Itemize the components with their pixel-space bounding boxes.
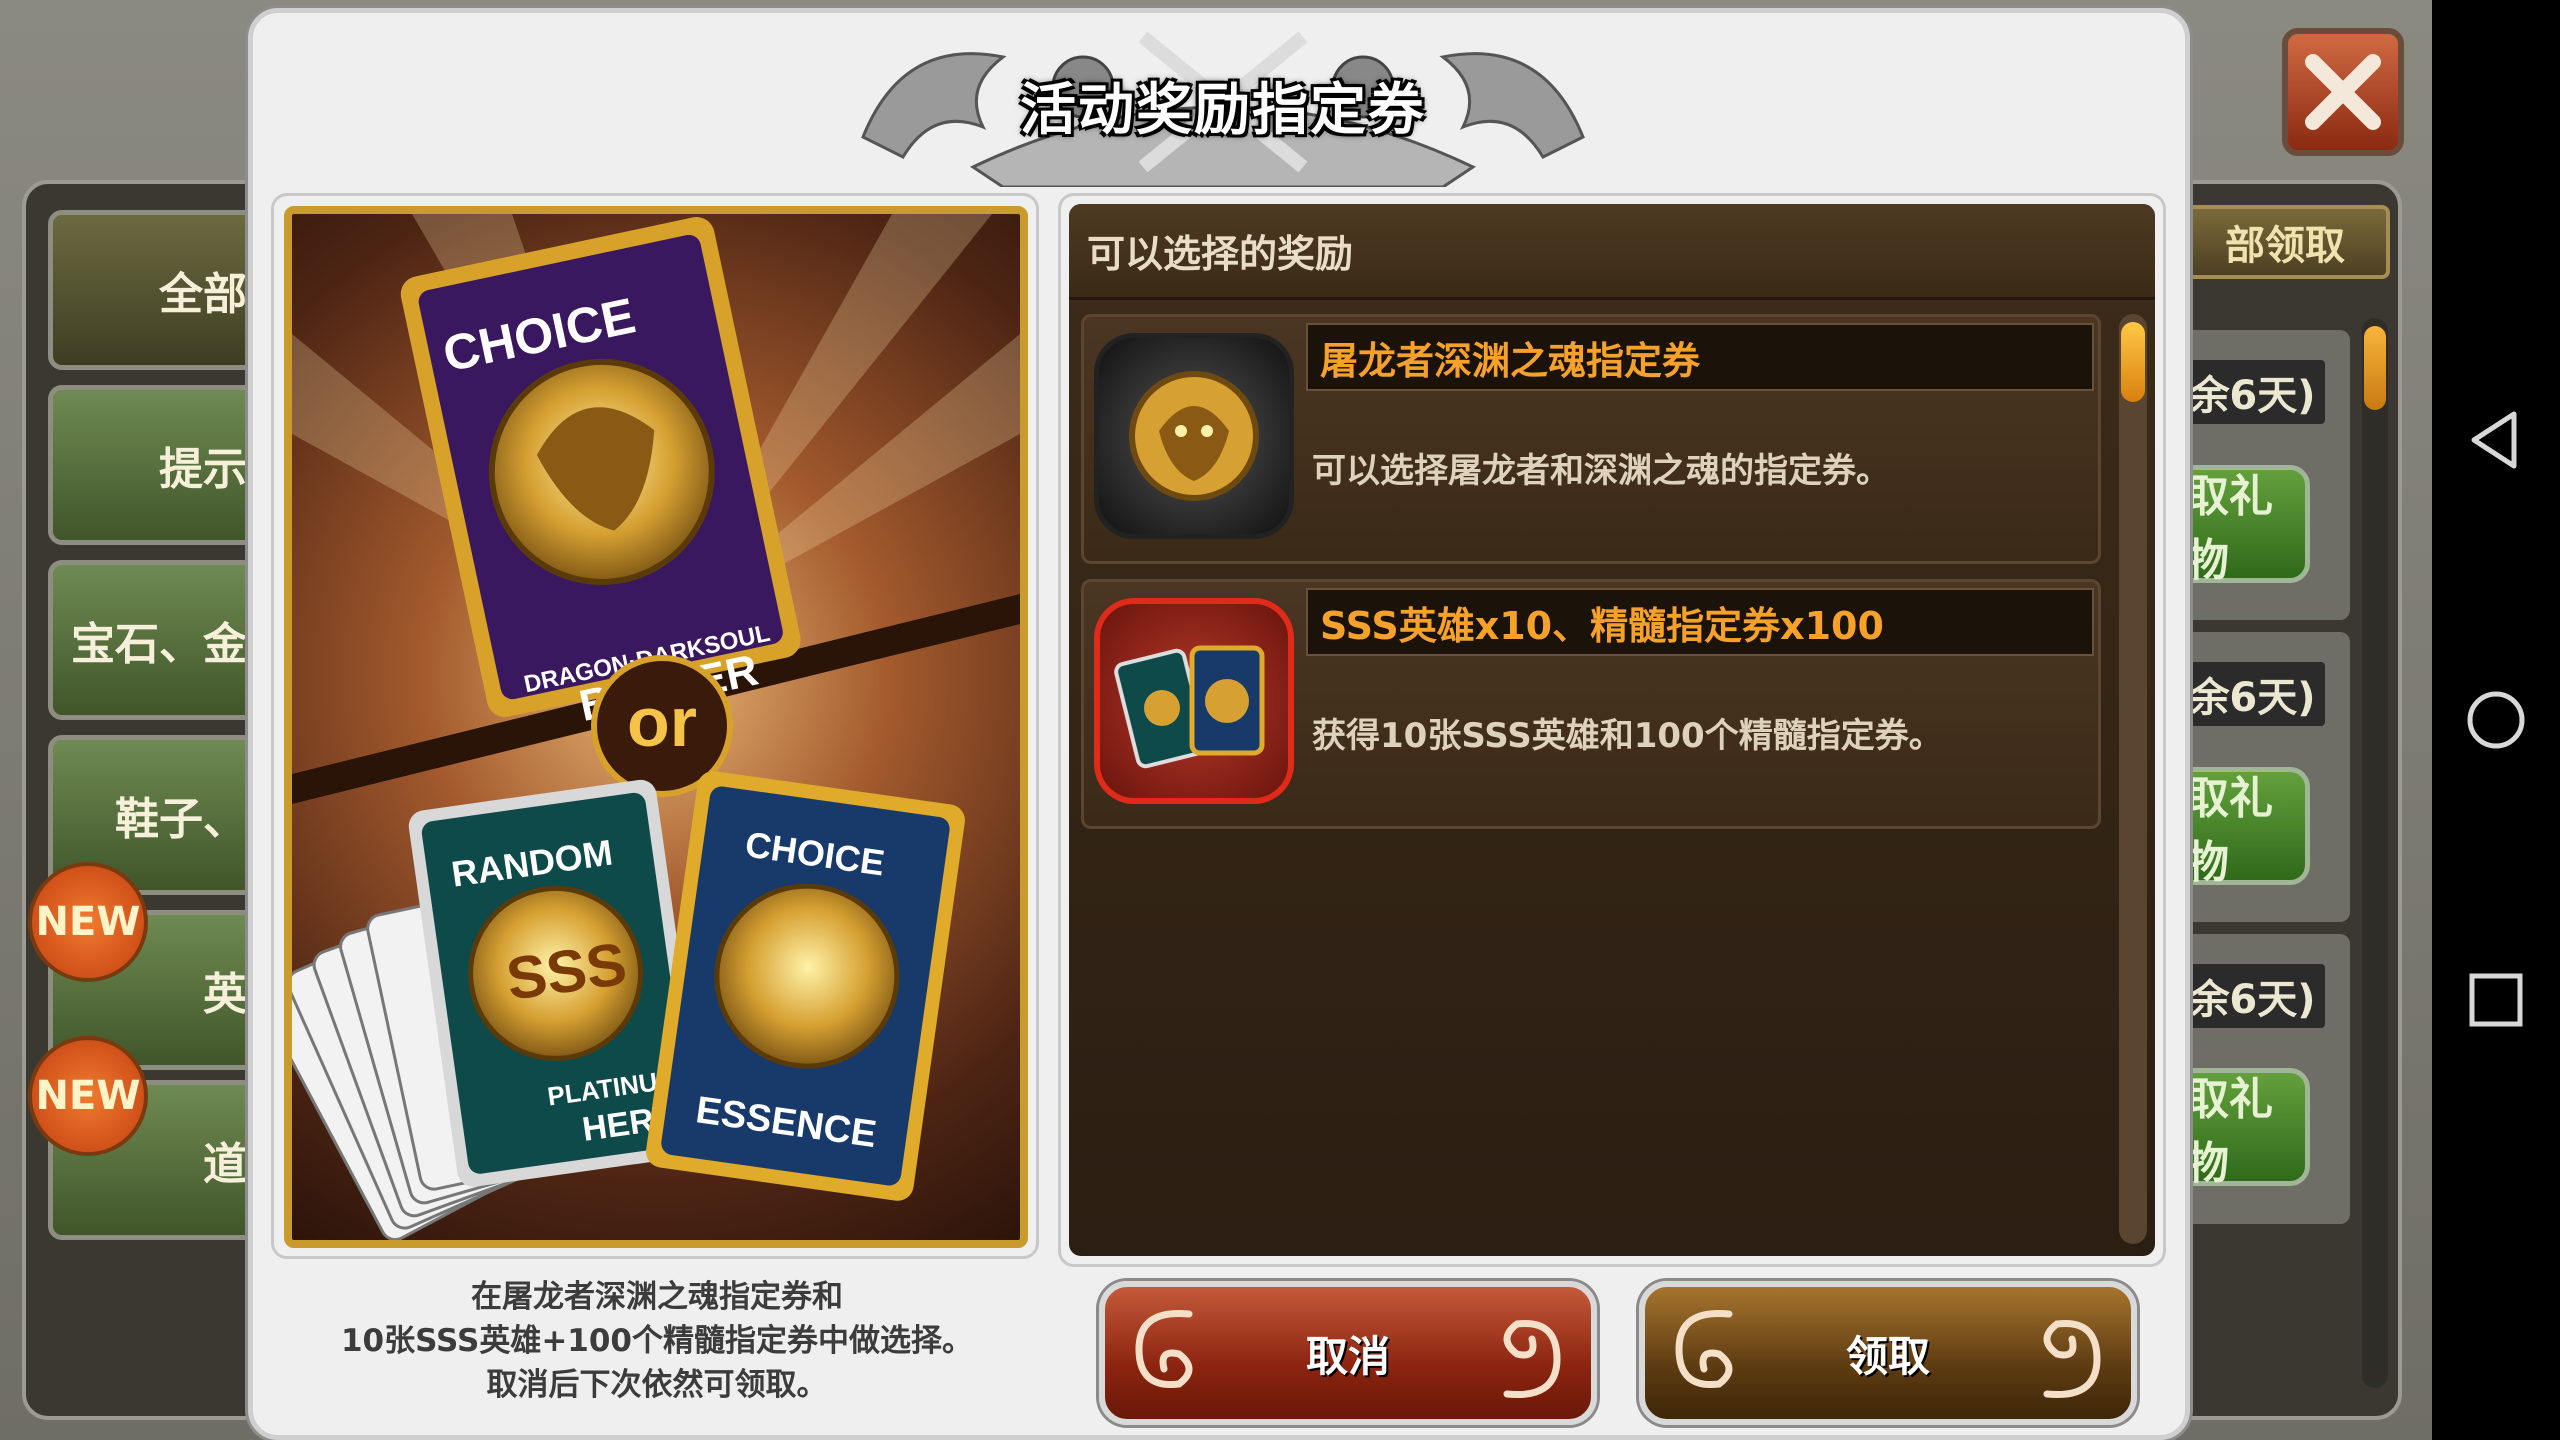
- bg-tab-label: 提示: [159, 444, 247, 495]
- reward-title: SSS英雄x10、精髓指定券x100: [1306, 588, 2094, 656]
- reward-option[interactable]: 屠龙者深渊之魂指定券 可以选择屠龙者和深渊之魂的指定券。: [1081, 314, 2101, 564]
- rewards-list: 可以选择的奖励 屠龙者深渊之魂指定券 可以选择屠龙者和深渊之魂的指定券。 SSS…: [1069, 204, 2155, 1256]
- footer-note-line: 取消后下次依然可领取。: [486, 1367, 828, 1403]
- bg-days-left: 余6天): [2180, 360, 2325, 424]
- card-bundle-icon: [1094, 598, 1294, 804]
- rewards-scrollbar-thumb[interactable]: [2121, 322, 2145, 402]
- cancel-label: 取消: [1305, 1331, 1390, 1381]
- home-circle-icon: [2467, 691, 2525, 749]
- footer-note-line: 在屠龙者深渊之魂指定券和: [471, 1279, 843, 1315]
- new-badge: NEW: [28, 862, 148, 982]
- swirl-ornament-icon: [1135, 1309, 1193, 1389]
- swirl-ornament-icon: [2043, 1319, 2101, 1399]
- dragon-emblem-graphic: [1129, 371, 1259, 501]
- bg-tab-label: 鞋子、: [115, 794, 247, 845]
- rewards-scrollbar[interactable]: [2119, 314, 2147, 1244]
- close-icon: [2305, 54, 2381, 130]
- footer-note-line: 10张SSS英雄+100个精髓指定券中做选择。: [340, 1323, 974, 1359]
- swirl-ornament-icon: [1503, 1319, 1561, 1399]
- rewards-panel: 可以选择的奖励 屠龙者深渊之魂指定券 可以选择屠龙者和深渊之魂的指定券。 SSS…: [1058, 193, 2166, 1267]
- recents-square-icon: [2469, 973, 2523, 1027]
- bg-receive-gift-button[interactable]: 取礼物: [2180, 1068, 2310, 1189]
- reward-description: 可以选择屠龙者和深渊之魂的指定券。: [1312, 450, 1890, 491]
- bg-scrollbar-thumb[interactable]: [2364, 326, 2386, 410]
- bg-receive-gift-button[interactable]: 取礼物: [2180, 465, 2310, 586]
- card-bundle-graphic: [1114, 645, 1265, 769]
- card-choice-illustration: CHOICE DRAGON·DARKSOUL BUSTER or: [292, 214, 1020, 1240]
- nav-recents-button[interactable]: [2432, 936, 2560, 1064]
- reward-choice-dialog: 活动奖励指定券 CHOICE or RANDOM SSS PLATINUM HE…: [248, 8, 2190, 1440]
- reward-description: 获得10张SSS英雄和100个精髓指定券。: [1312, 715, 1943, 756]
- bg-scrollbar[interactable]: [2362, 318, 2388, 1388]
- swirl-ornament-icon: [1675, 1309, 1733, 1389]
- nav-back-button[interactable]: [2432, 376, 2560, 504]
- bg-tab-tips[interactable]: 提示: [48, 385, 268, 545]
- close-button[interactable]: [2282, 28, 2404, 156]
- cancel-button[interactable]: 取消: [1099, 1281, 1597, 1425]
- bg-tab-gems[interactable]: 宝石、金: [48, 560, 268, 720]
- nav-home-button[interactable]: [2432, 656, 2560, 784]
- bg-tab-label: 道: [203, 1139, 247, 1190]
- bg-tab-label: 全部: [159, 269, 247, 320]
- rewards-header: 可以选择的奖励: [1069, 204, 2155, 300]
- promo-frame: CHOICE DRAGON·DARKSOUL BUSTER or: [271, 193, 1039, 1259]
- bg-collect-all-button[interactable]: 部领取: [2180, 205, 2390, 279]
- claim-button[interactable]: 领取: [1639, 1281, 2137, 1425]
- dragon-emblem-icon: [1094, 333, 1294, 539]
- footer-note: 在屠龙者深渊之魂指定券和 10张SSS英雄+100个精髓指定券中做选择。 取消后…: [273, 1275, 1041, 1425]
- bg-tab-all[interactable]: 全部: [48, 210, 268, 370]
- new-badge: NEW: [28, 1036, 148, 1156]
- back-triangle-icon: [2471, 411, 2517, 469]
- bg-days-left: 余6天): [2180, 662, 2325, 726]
- game-screen: 全部 提示 宝石、金 鞋子、 英 道 NEW NEW 部领取 余6天) 取礼物 …: [0, 0, 2432, 1440]
- bg-receive-gift-button[interactable]: 取礼物: [2180, 767, 2310, 888]
- or-label: or: [627, 683, 697, 761]
- bg-tab-label: 宝石、金: [71, 619, 247, 670]
- bg-tab-label: 英: [203, 969, 247, 1020]
- dialog-title: 活动奖励指定券: [1020, 78, 1426, 143]
- bg-days-left: 余6天): [2180, 964, 2325, 1028]
- system-navigation-bar: [2432, 0, 2560, 1440]
- reward-option[interactable]: SSS英雄x10、精髓指定券x100 获得10张SSS英雄和100个精髓指定券。: [1081, 579, 2101, 829]
- claim-label: 领取: [1845, 1331, 1930, 1381]
- promo-art: CHOICE DRAGON·DARKSOUL BUSTER or: [284, 206, 1028, 1248]
- reward-title: 屠龙者深渊之魂指定券: [1306, 323, 2094, 391]
